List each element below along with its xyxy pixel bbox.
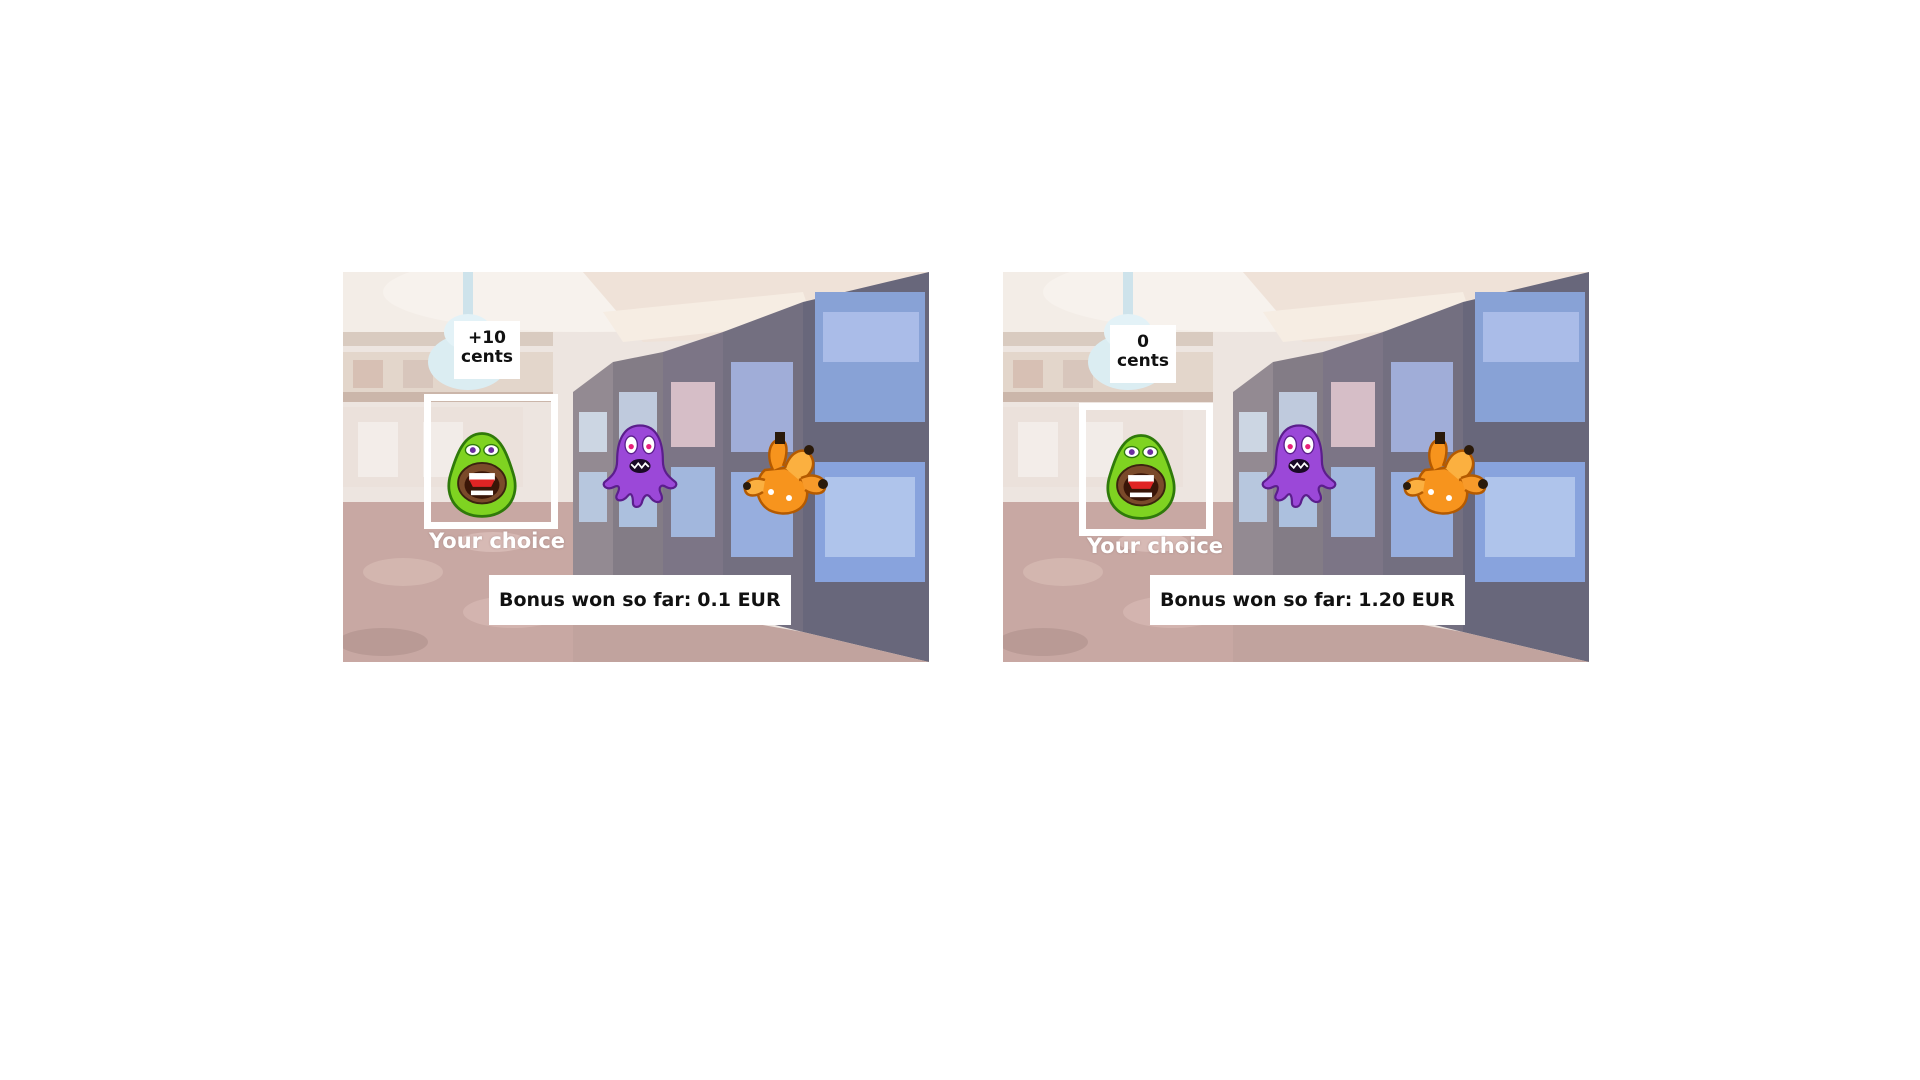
reward-feedback-box: 0 cents	[1110, 325, 1176, 383]
bonus-total-box: Bonus won so far: 0.1 EUR	[489, 575, 791, 625]
bonus-value: 0.1 EUR	[697, 589, 781, 611]
green-avocado-monster-icon[interactable]	[436, 428, 528, 520]
bonus-label: Bonus won so far:	[499, 589, 692, 611]
green-avocado-monster-icon[interactable]	[1095, 430, 1187, 522]
purple-octopus-monster-icon[interactable]	[1255, 422, 1343, 510]
your-choice-label: Your choice	[1087, 534, 1224, 558]
trial-panel-1: +10 cents Your choice Bonus won so far: 0…	[343, 272, 929, 662]
reward-unit: cents	[1117, 351, 1169, 371]
bonus-total-box: Bonus won so far: 1.20 EUR	[1150, 575, 1465, 625]
reward-feedback-box: +10 cents	[454, 321, 520, 379]
reward-value: 0	[1137, 332, 1149, 352]
bonus-value: 1.20 EUR	[1358, 589, 1455, 611]
bonus-label: Bonus won so far:	[1160, 589, 1353, 611]
your-choice-label: Your choice	[429, 529, 566, 553]
reward-value: +10	[468, 328, 506, 348]
orange-multi-head-monster-icon[interactable]	[1395, 420, 1495, 520]
reward-unit: cents	[461, 347, 513, 367]
trial-panel-2: 0 cents Your choice Bonus won so far: 1.2…	[1003, 272, 1589, 662]
purple-octopus-monster-icon[interactable]	[596, 422, 684, 510]
orange-multi-head-monster-icon[interactable]	[735, 420, 835, 520]
